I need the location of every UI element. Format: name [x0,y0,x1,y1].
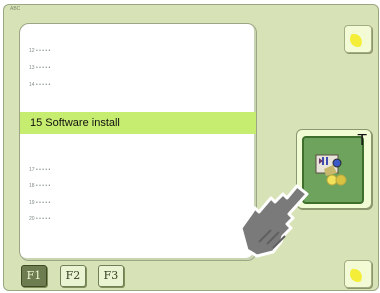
list-item[interactable]: 19 • • • • • [20,196,256,210]
list-item[interactable]: 18 • • • • • [20,179,256,193]
f1-button[interactable]: F1 [21,265,47,287]
f3-button[interactable]: F3 [98,265,124,287]
moon-icon [346,262,370,286]
pointing-hand-icon [239,184,309,258]
software-install-icon [309,145,355,193]
badge-T: T [357,132,367,149]
list-item[interactable]: 17 • • • • • [20,163,256,177]
list-item[interactable]: 12 • • • • • [20,44,256,58]
list-item-selected[interactable]: 15 Software install [20,112,256,134]
menu-list: 12 • • • • • 13 • • • • • 14 • • • • • 1… [19,23,257,261]
f2-button[interactable]: F2 [60,265,86,287]
list-item[interactable]: 13 • • • • • [20,61,256,75]
device-screen: ABC 12 • • • • • 13 • • • • • 14 • • • •… [3,4,379,291]
list-item[interactable]: 14 • • • • • [20,78,256,92]
window-title: ABC [10,6,21,12]
moon-button[interactable] [344,25,372,53]
list-item[interactable]: 20 • • • • • [20,212,256,226]
moon-button-bottom[interactable] [344,260,372,288]
moon-icon [346,27,370,51]
